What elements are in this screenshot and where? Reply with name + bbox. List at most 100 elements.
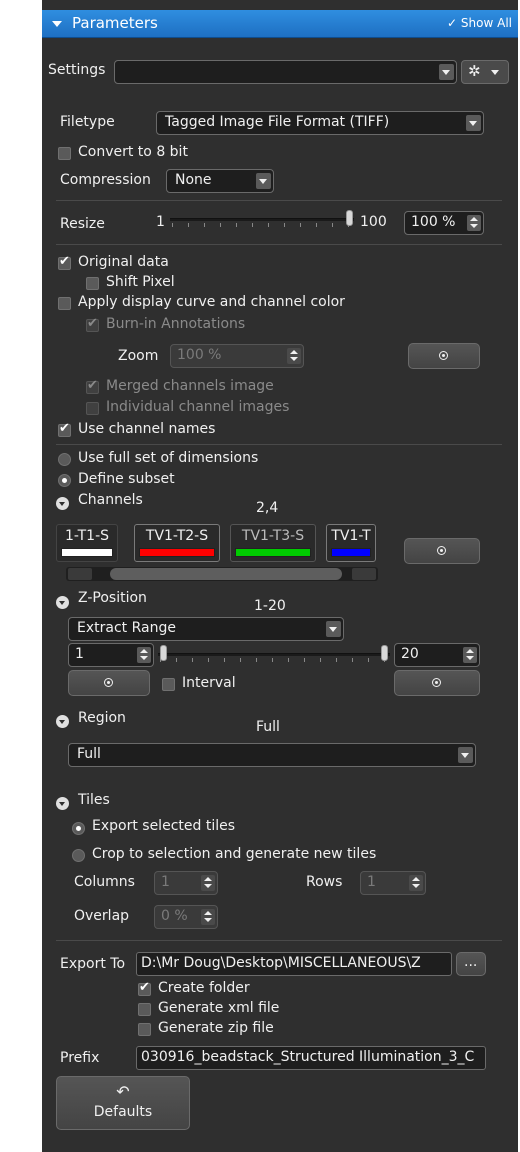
tiles-expander-icon[interactable]: [56, 797, 69, 810]
resize-min: 1: [156, 214, 165, 230]
export-selected-tiles-radio[interactable]: [72, 822, 85, 835]
z-start-options-button[interactable]: [68, 670, 150, 696]
region-label: Region: [78, 710, 126, 726]
target-icon: [437, 546, 446, 555]
z-mode-dropdown[interactable]: Extract Range: [68, 617, 344, 641]
channel-tile[interactable]: TV1-T2-S: [134, 524, 220, 562]
zoom-value: 100 %: [177, 347, 222, 363]
channel-tile[interactable]: TV1-T: [326, 524, 376, 562]
define-subset-radio[interactable]: [58, 474, 71, 487]
spin-arrows-icon[interactable]: [201, 909, 215, 925]
channels-scrollbar[interactable]: [66, 567, 378, 581]
resize-max: 100: [360, 214, 387, 230]
convert-8bit-checkbox[interactable]: [58, 147, 71, 160]
defaults-label: Defaults: [93, 1104, 153, 1120]
prefix-value: 030916_beadstack_Structured Illumination…: [141, 1049, 475, 1065]
define-subset-label: Define subset: [78, 471, 175, 487]
region-dropdown[interactable]: Full: [68, 743, 476, 767]
spin-arrows-icon[interactable]: [467, 215, 481, 231]
export-path-value: D:\Mr Doug\Desktop\MISCELLANEOUS\Z: [141, 955, 421, 971]
generate-zip-label: Generate zip file: [158, 1020, 274, 1036]
spin-arrows-icon[interactable]: [137, 647, 151, 663]
use-channel-names-checkbox[interactable]: [58, 421, 71, 437]
z-mode-value: Extract Range: [77, 620, 176, 636]
use-channel-names-label: Use channel names: [78, 421, 216, 437]
columns-spinbox[interactable]: 1: [154, 871, 218, 895]
zoom-options-button[interactable]: [408, 343, 480, 369]
generate-xml-checkbox[interactable]: [138, 1003, 151, 1016]
prefix-field[interactable]: 030916_beadstack_Structured Illumination…: [136, 1046, 486, 1070]
use-full-set-label: Use full set of dimensions: [78, 450, 259, 466]
zoom-spinbox[interactable]: 100 %: [170, 344, 304, 368]
browse-button[interactable]: ...: [456, 952, 486, 976]
create-folder-label: Create folder: [158, 980, 250, 996]
spin-arrows-icon[interactable]: [409, 875, 423, 891]
spin-arrows-icon[interactable]: [201, 875, 215, 891]
create-folder-checkbox[interactable]: [138, 980, 151, 996]
channels-options-button[interactable]: [404, 538, 480, 564]
chevron-down-icon: [466, 115, 481, 131]
use-full-set-radio[interactable]: [58, 453, 71, 466]
settings-label: Settings: [48, 62, 106, 78]
spin-arrows-icon[interactable]: [287, 348, 301, 364]
export-path-field[interactable]: D:\Mr Doug\Desktop\MISCELLANEOUS\Z: [136, 952, 452, 976]
merged-channels-checkbox[interactable]: [86, 378, 99, 394]
filetype-label: Filetype: [60, 114, 115, 130]
chevron-down-icon: [439, 64, 454, 80]
slider-end-thumb[interactable]: [381, 645, 388, 661]
slider-thumb[interactable]: [346, 210, 353, 226]
channel-label: TV1-T2-S: [145, 528, 209, 544]
chevron-down-icon: [458, 747, 473, 763]
resize-value: 100 %: [411, 214, 456, 230]
generate-zip-checkbox[interactable]: [138, 1023, 151, 1036]
crop-to-selection-radio[interactable]: [72, 849, 85, 862]
channels-expander-icon[interactable]: [56, 497, 69, 510]
interval-checkbox[interactable]: [162, 678, 175, 691]
channel-tile[interactable]: TV1-T3-S: [230, 524, 316, 562]
channel-tile[interactable]: 1-T1-S: [56, 524, 118, 562]
spin-arrows-icon[interactable]: [463, 647, 477, 663]
z-end-value: 20: [401, 646, 419, 662]
slider-track: [170, 218, 354, 221]
burn-in-checkbox[interactable]: [86, 316, 99, 332]
scroll-grip[interactable]: [110, 568, 342, 580]
z-start-spinbox[interactable]: 1: [68, 643, 154, 667]
channel-color-bar: [235, 548, 311, 557]
slider-ticks: [160, 658, 388, 662]
tiles-label: Tiles: [78, 792, 110, 808]
compression-value: None: [175, 172, 212, 188]
panel-header[interactable]: Parameters ✓ Show All: [42, 10, 518, 38]
scroll-right-button[interactable]: [352, 568, 376, 580]
divider: [56, 200, 502, 201]
slider-track: [158, 653, 390, 656]
rows-spinbox[interactable]: 1: [360, 871, 426, 895]
z-end-options-button[interactable]: [394, 670, 480, 696]
settings-gear-button[interactable]: ✲: [461, 60, 509, 84]
settings-dropdown[interactable]: [114, 60, 457, 84]
region-expander-icon[interactable]: [56, 715, 69, 728]
channels-summary: 2,4: [256, 500, 279, 516]
filetype-dropdown[interactable]: Tagged Image File Format (TIFF): [156, 111, 484, 135]
apply-display-curve-checkbox[interactable]: [58, 297, 71, 310]
channel-color-bar: [61, 548, 113, 557]
compression-dropdown[interactable]: None: [166, 169, 274, 193]
show-all-toggle[interactable]: ✓ Show All: [447, 16, 512, 30]
slider-start-thumb[interactable]: [160, 645, 167, 661]
collapse-triangle-icon[interactable]: [52, 21, 62, 27]
z-position-expander-icon[interactable]: [56, 596, 69, 609]
resize-slider[interactable]: [170, 210, 354, 230]
divider: [56, 940, 502, 941]
z-range-slider[interactable]: [158, 645, 390, 665]
original-data-checkbox[interactable]: [58, 254, 71, 270]
individual-channels-checkbox[interactable]: [86, 402, 99, 415]
scroll-left-button[interactable]: [68, 568, 92, 580]
channel-label: 1-T1-S: [64, 528, 110, 544]
filetype-value: Tagged Image File Format (TIFF): [165, 114, 390, 130]
overlap-spinbox[interactable]: 0 %: [154, 905, 218, 929]
columns-label: Columns: [74, 874, 135, 890]
shift-pixel-checkbox[interactable]: [86, 277, 99, 290]
defaults-button[interactable]: ↶ Defaults: [56, 1076, 190, 1130]
z-end-spinbox[interactable]: 20: [394, 643, 480, 667]
export-selected-tiles-label: Export selected tiles: [92, 818, 236, 834]
resize-spinbox[interactable]: 100 %: [404, 211, 484, 235]
